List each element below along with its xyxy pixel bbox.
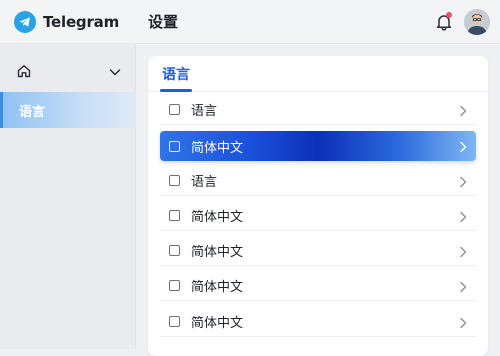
chevron-right-icon: [456, 209, 470, 223]
top-bar: Telegram 设置: [0, 0, 500, 44]
list-item[interactable]: 简体中文: [160, 271, 476, 301]
checkbox[interactable]: [169, 280, 180, 291]
checkbox[interactable]: [169, 140, 180, 152]
chevron-right-icon: [456, 315, 470, 329]
chevron-right-icon: [456, 174, 470, 188]
language-card: 语言 语言 简体中文 语言 简体中文 简体中文 简体中文 简体中文: [148, 56, 488, 356]
sidebar-item-language[interactable]: 语言: [0, 92, 136, 128]
card-header: 语言: [148, 56, 488, 92]
app-name: Telegram: [43, 13, 120, 31]
sidebar: 语言: [0, 44, 136, 349]
brand[interactable]: Telegram: [0, 0, 136, 44]
chevron-right-icon: [456, 103, 470, 117]
list-item-label: 简体中文: [191, 316, 244, 331]
sidebar-item-label: 语言: [19, 104, 46, 120]
checkbox[interactable]: [169, 210, 180, 221]
list-item[interactable]: 语言: [160, 166, 476, 196]
list-item-label: 简体中文: [191, 245, 244, 260]
home-icon: [16, 63, 32, 83]
checkbox[interactable]: [169, 316, 180, 327]
notification-dot: [446, 12, 452, 18]
chevron-right-icon: [456, 244, 470, 258]
chevron-right-icon: [456, 139, 470, 153]
tab-language[interactable]: 语言: [162, 64, 190, 84]
avatar[interactable]: [464, 9, 490, 35]
list-item[interactable]: 简体中文: [160, 236, 476, 266]
chevron-down-icon[interactable]: [108, 64, 122, 83]
list-item[interactable]: 语言: [160, 95, 476, 125]
page-title: 设置: [148, 13, 179, 31]
list-item[interactable]: 简体中文: [160, 201, 476, 231]
list-item-label: 简体中文: [191, 280, 244, 295]
checkbox[interactable]: [169, 245, 180, 256]
list-item-label: 简体中文: [191, 210, 244, 225]
list-item-label: 语言: [191, 175, 218, 190]
sidebar-home[interactable]: [0, 56, 136, 90]
list-item-label: 语言: [191, 104, 218, 119]
list-item-label: 简体中文: [191, 140, 244, 156]
checkbox[interactable]: [169, 104, 180, 115]
chevron-right-icon: [456, 279, 470, 293]
list-item-selected[interactable]: 简体中文: [160, 131, 476, 161]
list-item[interactable]: 简体中文: [160, 307, 476, 337]
telegram-logo-icon: [14, 11, 36, 33]
checkbox[interactable]: [169, 175, 180, 186]
tab-underline: [160, 89, 192, 92]
